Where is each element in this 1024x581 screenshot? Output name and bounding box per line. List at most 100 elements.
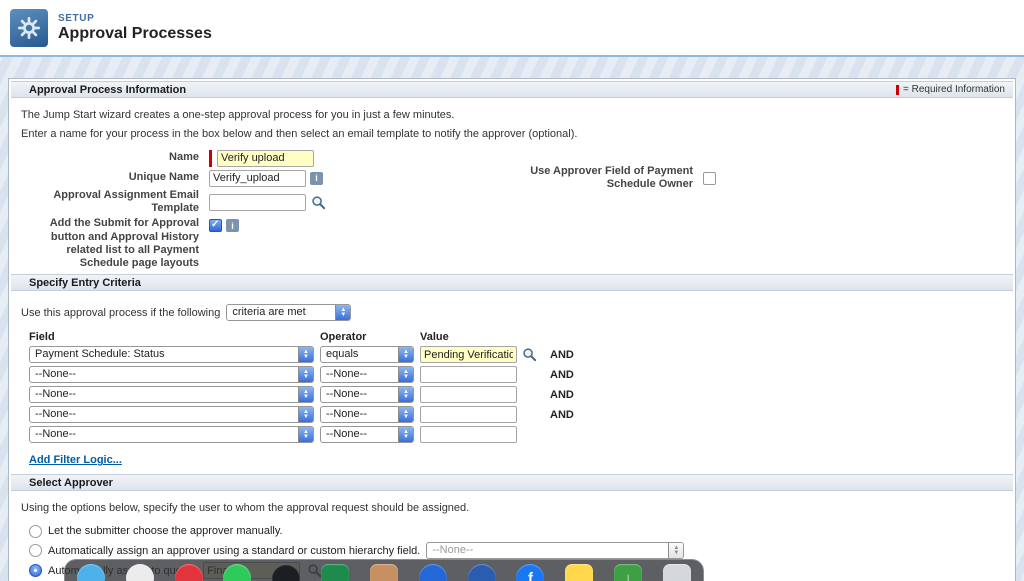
criteria-value-input[interactable] <box>420 386 517 403</box>
column-operator: Operator <box>320 331 420 343</box>
criteria-operator-select[interactable]: equals <box>320 346 414 363</box>
criteria-row: Payment Schedule: Status equals AND <box>29 346 1005 363</box>
radio-submitter-manual[interactable] <box>29 525 42 538</box>
info-icon[interactable] <box>310 172 323 185</box>
name-label: Name <box>19 151 209 164</box>
criteria-operator-select[interactable]: --None-- <box>320 426 414 443</box>
criteria-field-value: --None-- <box>30 407 298 422</box>
criteria-field-value: --None-- <box>30 387 298 402</box>
select-stepper-icon <box>398 347 413 362</box>
criteria-row: --None-- --None-- AND <box>29 406 1005 423</box>
dock-icon-stickies[interactable] <box>565 564 593 581</box>
unique-name-label: Unique Name <box>19 171 209 184</box>
criteria-field-value: --None-- <box>30 427 298 442</box>
section-approval-process-information: Approval Process Information = Required … <box>11 81 1013 98</box>
lookup-icon[interactable] <box>310 194 326 210</box>
criteria-field-select[interactable]: --None-- <box>29 426 314 443</box>
conjunction-label: AND <box>550 409 574 421</box>
approver-owner-field: Use Approver Field of Payment Schedule O… <box>511 165 716 191</box>
conjunction-label: AND <box>550 389 574 401</box>
criteria-field-select[interactable]: --None-- <box>29 366 314 383</box>
name-input[interactable] <box>217 150 314 167</box>
required-legend: = Required Information <box>896 84 1005 95</box>
approver-owner-label: Use Approver Field of Payment Schedule O… <box>511 165 693 191</box>
radio-hierarchy-field[interactable] <box>29 544 42 557</box>
page-title: Approval Processes <box>58 25 212 43</box>
dock-icon-downloads[interactable]: ↓ <box>614 564 642 581</box>
criteria-mode-select[interactable]: criteria are met <box>226 304 351 321</box>
approval-process-panel: Approval Process Information = Required … <box>8 78 1016 581</box>
section-specify-entry-criteria: Specify Entry Criteria <box>11 274 1013 291</box>
dock-icon-twitter[interactable] <box>77 564 105 581</box>
add-submit-checkbox[interactable] <box>209 219 222 232</box>
dock-icon-spreadsheet[interactable] <box>321 564 349 581</box>
dock-icon-app-blue[interactable] <box>468 564 496 581</box>
select-stepper-icon <box>298 387 313 402</box>
add-filter-logic-link[interactable]: Add Filter Logic... <box>29 454 122 466</box>
dock-icon-dropbox[interactable] <box>419 564 447 581</box>
criteria-field-select[interactable]: --None-- <box>29 406 314 423</box>
select-stepper-icon <box>398 407 413 422</box>
criteria-row: --None-- --None-- <box>29 426 1005 443</box>
unique-name-input[interactable] <box>209 170 306 187</box>
dock: f↓ <box>64 559 704 581</box>
option-label: Automatically assign an approver using a… <box>48 545 420 557</box>
option-label: Let the submitter choose the approver ma… <box>48 525 283 537</box>
criteria-value-input[interactable] <box>420 406 517 423</box>
section2-body: Use this approval process if the followi… <box>9 291 1015 474</box>
criteria-value-input[interactable] <box>420 346 517 363</box>
radio-assign-queue[interactable] <box>29 564 42 577</box>
setup-header: SETUP Approval Processes <box>0 0 1024 57</box>
process-info-form: Name Unique Name Approval Assignment Ema… <box>19 149 1005 270</box>
dock-icon-opera[interactable] <box>175 564 203 581</box>
dock-icon-whatsapp[interactable] <box>223 564 251 581</box>
criteria-operator-select[interactable]: --None-- <box>320 366 414 383</box>
section2-title: Specify Entry Criteria <box>29 277 141 289</box>
criteria-operator-select[interactable]: --None-- <box>320 406 414 423</box>
criteria-operator-value: --None-- <box>321 367 398 382</box>
email-template-input[interactable] <box>209 194 306 211</box>
dock-icon-github[interactable] <box>272 564 300 581</box>
hierarchy-field-select[interactable]: --None-- <box>426 542 684 559</box>
add-submit-label: Add the Submit for Approval button and A… <box>19 217 209 270</box>
criteria-operator-value: --None-- <box>321 407 398 422</box>
criteria-row: --None-- --None-- AND <box>29 366 1005 383</box>
criteria-value-input[interactable] <box>420 426 517 443</box>
conjunction-label: AND <box>550 349 574 361</box>
criteria-field-value: Payment Schedule: Status <box>30 347 298 362</box>
column-field: Field <box>29 331 320 343</box>
criteria-operator-value: equals <box>321 347 398 362</box>
select-stepper-icon <box>398 387 413 402</box>
intro-line-2: Enter a name for your process in the box… <box>21 127 1005 141</box>
section1-body: The Jump Start wizard creates a one-step… <box>9 98 1015 274</box>
lookup-icon[interactable] <box>521 347 537 363</box>
section1-title: Approval Process Information <box>29 84 186 96</box>
criteria-value-input[interactable] <box>420 366 517 383</box>
required-legend-text: = Required Information <box>903 84 1005 95</box>
criteria-field-select[interactable]: --None-- <box>29 386 314 403</box>
approver-owner-checkbox[interactable] <box>703 172 716 185</box>
criteria-operator-select[interactable]: --None-- <box>320 386 414 403</box>
select-stepper-icon <box>398 367 413 382</box>
select-stepper-icon <box>298 347 313 362</box>
criteria-field-value: --None-- <box>30 367 298 382</box>
dock-icon-facebook[interactable]: f <box>516 564 544 581</box>
section3-title: Select Approver <box>29 477 113 489</box>
dock-icon-browser[interactable] <box>126 564 154 581</box>
approver-option-row: Automatically assign an approver using a… <box>29 542 1005 559</box>
section-select-approver: Select Approver <box>11 474 1013 491</box>
select-stepper-icon <box>668 543 683 558</box>
select-stepper-icon <box>398 427 413 442</box>
dock-icon-photos[interactable] <box>370 564 398 581</box>
criteria-operator-value: --None-- <box>321 427 398 442</box>
criteria-field-select[interactable]: Payment Schedule: Status <box>29 346 314 363</box>
intro-line-1: The Jump Start wizard creates a one-step… <box>21 108 1005 122</box>
select-stepper-icon <box>298 427 313 442</box>
setup-gear-icon <box>10 9 48 47</box>
criteria-header-row: Field Operator Value <box>29 331 1005 343</box>
select-stepper-icon <box>335 305 350 320</box>
select-stepper-icon <box>298 407 313 422</box>
info-icon[interactable] <box>226 219 239 232</box>
dock-icon-archive-utility[interactable] <box>663 564 691 581</box>
email-template-label: Approval Assignment Email Template <box>19 189 209 215</box>
